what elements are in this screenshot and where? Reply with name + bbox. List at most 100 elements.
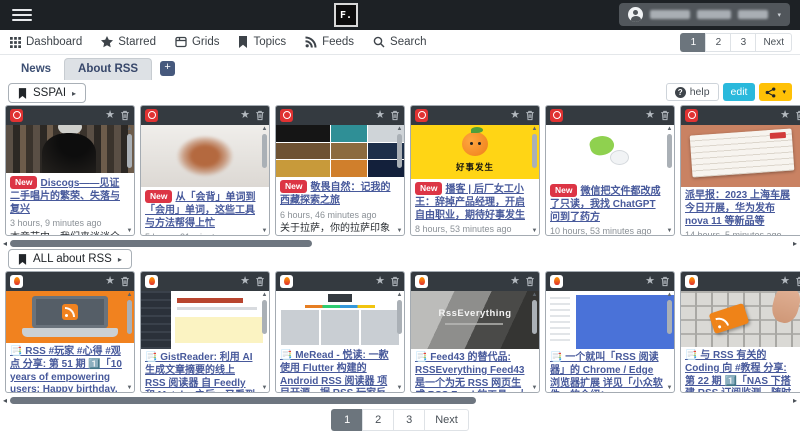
- star-icon[interactable]: ★: [105, 276, 115, 287]
- help-button[interactable]: ? help: [666, 83, 719, 101]
- hamburger-menu-icon[interactable]: [12, 9, 32, 21]
- scroll-up-icon[interactable]: ▲: [532, 291, 538, 299]
- star-icon[interactable]: ★: [510, 110, 520, 121]
- star-icon[interactable]: ★: [240, 110, 250, 121]
- nav-topics[interactable]: Topics: [238, 36, 286, 48]
- star-icon[interactable]: ★: [375, 276, 385, 287]
- rss-icon: [305, 36, 317, 48]
- edit-button[interactable]: edit: [723, 83, 756, 101]
- page-1-button[interactable]: 1: [680, 33, 705, 52]
- star-icon[interactable]: ★: [510, 276, 520, 287]
- trash-icon[interactable]: [525, 276, 535, 287]
- nav-grids[interactable]: Grids: [175, 36, 219, 48]
- scroll-down-icon[interactable]: ▼: [127, 384, 133, 392]
- section-pill-sspai[interactable]: SSPAI ▸: [8, 83, 86, 103]
- tab-about-rss[interactable]: About RSS: [64, 58, 152, 80]
- page-2-button[interactable]: 2: [362, 409, 393, 431]
- star-icon[interactable]: ★: [375, 110, 385, 121]
- card-scrollbar[interactable]: ▲▼: [530, 125, 539, 235]
- scrollbar-thumb[interactable]: [10, 397, 476, 404]
- page-3-button[interactable]: 3: [730, 33, 755, 52]
- scroll-up-icon[interactable]: ▲: [127, 291, 133, 299]
- card-title[interactable]: 📑 RSS #玩家 #心得 #观点 分享: 第 51 期 1️⃣「10 year…: [10, 346, 122, 393]
- trash-icon[interactable]: [390, 110, 400, 121]
- new-badge: New: [415, 182, 442, 195]
- star-icon[interactable]: ★: [780, 110, 790, 121]
- nav-search[interactable]: Search: [373, 36, 426, 48]
- page-2-button[interactable]: 2: [705, 33, 730, 52]
- scroll-down-icon[interactable]: ▼: [262, 227, 268, 235]
- card-scrollbar[interactable]: ▲▼: [395, 125, 404, 235]
- nav-starred[interactable]: Starred: [101, 36, 156, 48]
- card-scrollbar[interactable]: ▲▼: [125, 291, 134, 392]
- nav-dashboard[interactable]: Dashboard: [10, 36, 82, 48]
- trash-icon[interactable]: [795, 276, 800, 287]
- star-icon[interactable]: ★: [645, 110, 655, 121]
- card-scrollbar[interactable]: ▲▼: [260, 291, 269, 392]
- scroll-up-icon[interactable]: ▲: [667, 291, 673, 299]
- star-icon[interactable]: ★: [105, 110, 115, 121]
- card-scrollbar[interactable]: ▲▼: [530, 291, 539, 392]
- card-scrollbar[interactable]: ▲▼: [125, 125, 134, 235]
- scroll-right-icon[interactable]: ▸: [793, 239, 797, 248]
- page-1-button[interactable]: 1: [331, 409, 362, 431]
- row-scrollbar[interactable]: ◂ ▸: [2, 239, 798, 248]
- section-pill-all-about-rss[interactable]: ALL about RSS ▸: [8, 249, 132, 269]
- card-title[interactable]: 📑 GistReader: 利用 AI 生成文章摘要的线上 RSS 阅读器 自 …: [145, 352, 255, 393]
- add-tab-button[interactable]: +: [160, 61, 175, 76]
- trash-icon[interactable]: [660, 276, 670, 287]
- star-icon[interactable]: ★: [645, 276, 655, 287]
- scroll-up-icon[interactable]: ▲: [397, 125, 403, 133]
- scrollbar-thumb[interactable]: [10, 240, 312, 247]
- scroll-down-icon[interactable]: ▼: [127, 227, 133, 235]
- trash-icon[interactable]: [120, 110, 130, 121]
- trash-icon[interactable]: [120, 276, 130, 287]
- star-icon[interactable]: ★: [240, 276, 250, 287]
- card-scrollbar[interactable]: ▲▼: [665, 291, 674, 392]
- user-menu[interactable]: ▾: [619, 3, 790, 26]
- page-next-button[interactable]: Next: [755, 33, 792, 52]
- star-icon[interactable]: ★: [780, 276, 790, 287]
- card-header: ★: [411, 106, 539, 125]
- scroll-up-icon[interactable]: ▲: [532, 125, 538, 133]
- card-scrollbar[interactable]: ▲▼: [260, 125, 269, 235]
- card-title[interactable]: 📑 Feed43 的替代品: RSSEverything Feed43 是一个为…: [415, 352, 527, 393]
- trash-icon[interactable]: [660, 110, 670, 121]
- card-title[interactable]: 📑 MeRead - 悦读: 一款使用 Flutter 构建的 Android …: [280, 350, 389, 393]
- card-scrollbar[interactable]: ▲▼: [665, 125, 674, 235]
- scroll-down-icon[interactable]: ▼: [667, 227, 673, 235]
- share-button[interactable]: ▾: [759, 83, 792, 101]
- page-next-button[interactable]: Next: [424, 409, 469, 431]
- feed-card: ★ New敬畏自然：记我的西藏探索之旅 6 hours, 46 minutes …: [275, 105, 405, 236]
- scroll-right-icon[interactable]: ▸: [793, 396, 797, 405]
- scroll-down-icon[interactable]: ▼: [532, 384, 538, 392]
- nav-feeds[interactable]: Feeds: [305, 36, 354, 48]
- scroll-up-icon[interactable]: ▲: [397, 291, 403, 299]
- scroll-left-icon[interactable]: ◂: [3, 239, 7, 248]
- scroll-down-icon[interactable]: ▼: [397, 384, 403, 392]
- app-logo[interactable]: F.: [334, 3, 358, 27]
- card-title[interactable]: 📑 与 RSS 有关的 Coding 向 #教程 分享: 第 22 期 1️⃣「…: [685, 350, 794, 393]
- scroll-up-icon[interactable]: ▲: [262, 291, 268, 299]
- trash-icon[interactable]: [390, 276, 400, 287]
- scroll-down-icon[interactable]: ▼: [667, 384, 673, 392]
- row-scrollbar[interactable]: ◂ ▸: [2, 396, 798, 405]
- scroll-up-icon[interactable]: ▲: [127, 125, 133, 133]
- tab-news[interactable]: News: [8, 59, 64, 80]
- card-title[interactable]: 派早报：2023 上海车展今日开展，华为发布 nova 11 等新品等: [685, 190, 790, 227]
- card-thumbnail: [276, 291, 404, 347]
- page-3-button[interactable]: 3: [393, 409, 424, 431]
- card-scrollbar[interactable]: ▲▼: [395, 291, 404, 392]
- card-title[interactable]: 📑 一个就叫「RSS 阅读器」的 Chrome / Edge 浏览器扩展 详见「…: [550, 352, 675, 393]
- feed-card: ★ 📑 与 RSS 有关的 Coding 向 #教程 分享: 第 22 期 1️…: [680, 271, 800, 393]
- scroll-down-icon[interactable]: ▼: [262, 384, 268, 392]
- scroll-down-icon[interactable]: ▼: [532, 227, 538, 235]
- scroll-up-icon[interactable]: ▲: [667, 125, 673, 133]
- trash-icon[interactable]: [795, 110, 800, 121]
- trash-icon[interactable]: [255, 110, 265, 121]
- trash-icon[interactable]: [255, 276, 265, 287]
- trash-icon[interactable]: [525, 110, 535, 121]
- scroll-down-icon[interactable]: ▼: [397, 227, 403, 235]
- scroll-up-icon[interactable]: ▲: [262, 125, 268, 133]
- scroll-left-icon[interactable]: ◂: [3, 396, 7, 405]
